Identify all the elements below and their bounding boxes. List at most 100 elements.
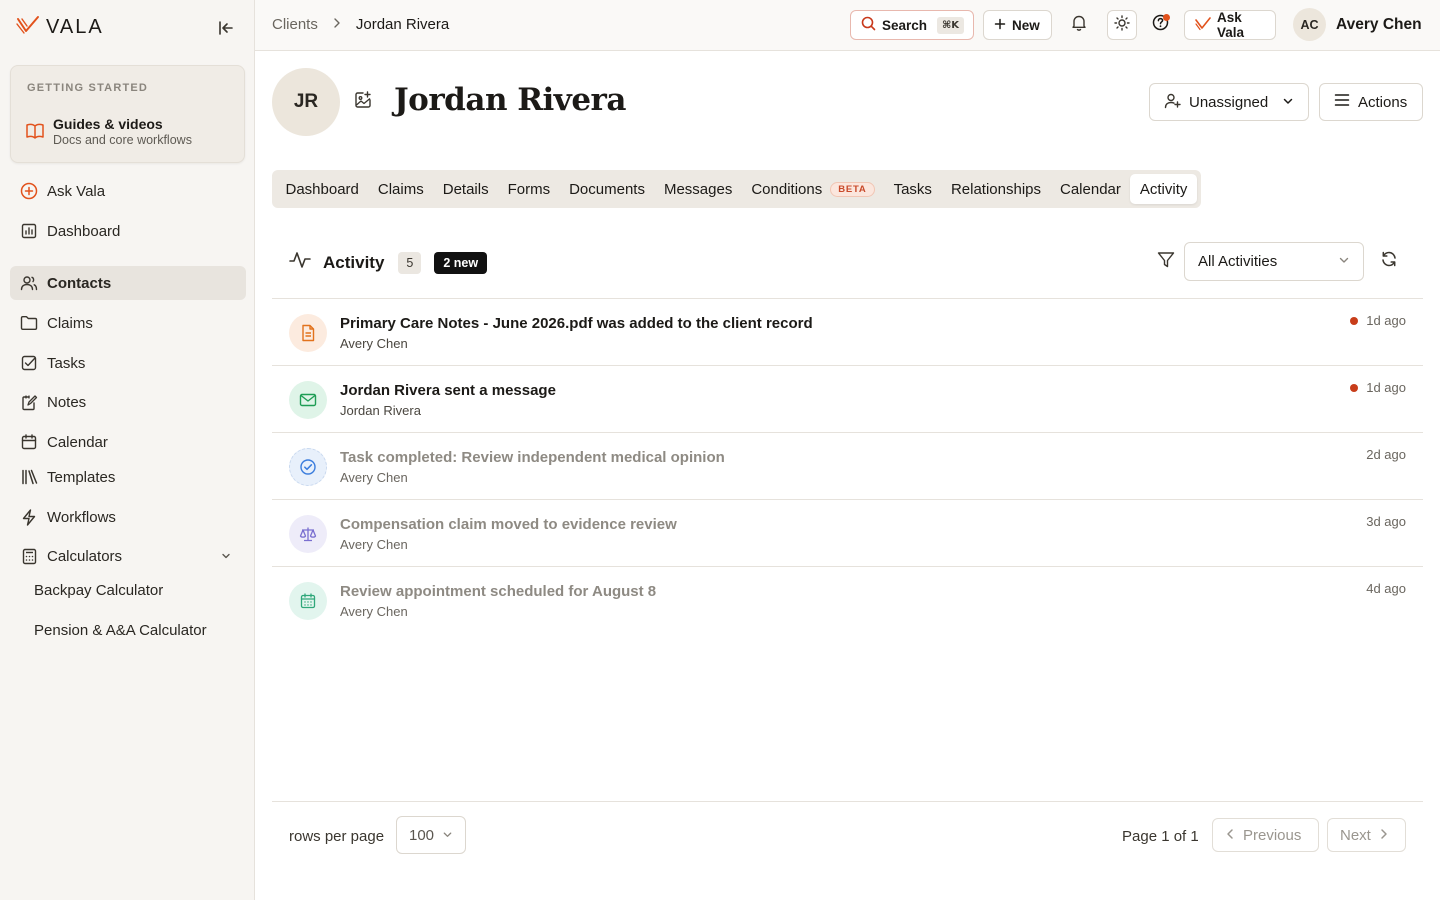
activity-time-label: 1d ago: [1366, 313, 1406, 328]
breadcrumb-clients[interactable]: Clients: [272, 16, 318, 33]
activity-header: Activity 5 2 new: [289, 250, 488, 275]
activity-title: Task completed: Review independent medic…: [340, 449, 725, 466]
refresh-button[interactable]: [1378, 250, 1400, 272]
ask-vala-button[interactable]: Ask Vala: [1184, 10, 1276, 40]
sidebar-item-label: Calculators: [47, 547, 123, 565]
sidebar-item-templates[interactable]: Templates: [10, 460, 246, 494]
sun-icon: [1114, 14, 1130, 36]
activity-row[interactable]: Compensation claim moved to evidence rev…: [272, 499, 1423, 566]
sidebar-item-tasks[interactable]: Tasks: [10, 346, 246, 380]
actions-label: Actions: [1358, 93, 1408, 111]
new-button[interactable]: New: [983, 10, 1052, 40]
tab-messages[interactable]: Messages: [654, 174, 741, 204]
sidebar-item-workflows[interactable]: Workflows: [10, 500, 246, 534]
sidebar-item-label: Calendar: [47, 433, 108, 451]
chevron-down-icon: [1338, 253, 1350, 270]
activity-actor: Avery Chen: [340, 537, 408, 552]
brand-logo[interactable]: VALA: [16, 14, 104, 40]
document-icon: [289, 314, 327, 352]
chevron-left-icon: [1225, 827, 1235, 844]
sidebar-item-calendar[interactable]: Calendar: [10, 425, 246, 459]
collapse-sidebar-button[interactable]: [214, 16, 238, 40]
checkbox-icon: [20, 354, 38, 372]
activity-row[interactable]: Jordan Rivera sent a message Jordan Rive…: [272, 365, 1423, 432]
page-title: Jordan Rivera: [394, 82, 626, 118]
notifications-button[interactable]: [1064, 10, 1094, 40]
bell-icon: [1071, 14, 1087, 36]
top-bar: Clients Jordan Rivera Search ⌘K New Ask …: [255, 0, 1440, 51]
sidebar-subitem-pension-calculator[interactable]: Pension & A&A Calculator: [34, 622, 207, 639]
check-circle-icon: [289, 448, 327, 486]
user-menu[interactable]: AC Avery Chen: [1293, 8, 1422, 41]
image-edit-icon: [354, 90, 372, 114]
sidebar-item-calculators[interactable]: Calculators: [10, 539, 246, 573]
ask-vala-label: Ask Vala: [1217, 10, 1245, 40]
theme-toggle-button[interactable]: [1107, 10, 1137, 40]
rows-per-page-value: 100: [409, 826, 435, 844]
activity-time: 1d ago: [1350, 313, 1406, 328]
breadcrumb-current: Jordan Rivera: [355, 16, 450, 33]
activity-pulse-icon: [289, 250, 311, 275]
activity-row[interactable]: Task completed: Review independent medic…: [272, 432, 1423, 499]
tab-activity[interactable]: Activity: [1130, 174, 1197, 204]
guides-videos-link[interactable]: Guides & videos Docs and core workflows: [25, 116, 192, 148]
sidebar-item-claims[interactable]: Claims: [10, 306, 246, 340]
sidebar-item-label: Contacts: [47, 274, 112, 292]
plus-icon: [994, 18, 1006, 33]
help-button[interactable]: [1145, 10, 1175, 40]
sidebar-subitem-backpay-calculator[interactable]: Backpay Calculator: [34, 582, 163, 599]
activity-title: Compensation claim moved to evidence rev…: [340, 516, 677, 533]
scale-icon: [289, 515, 327, 553]
previous-label: Previous: [1243, 826, 1302, 844]
beta-badge: BETA: [830, 181, 875, 197]
sidebar-item-contacts[interactable]: Contacts: [10, 266, 246, 300]
activity-type-select[interactable]: All Activities: [1184, 242, 1364, 281]
tab-conditions[interactable]: Conditions BETA: [742, 174, 884, 204]
assignee-select[interactable]: Unassigned: [1149, 83, 1309, 121]
client-avatar: JR: [272, 68, 340, 136]
tab-calendar[interactable]: Calendar: [1051, 174, 1131, 204]
activity-actor: Jordan Rivera: [340, 403, 421, 418]
next-page-button[interactable]: Next: [1327, 818, 1406, 852]
activity-time: 3d ago: [1366, 514, 1406, 529]
activity-time-label: 2d ago: [1366, 447, 1406, 462]
sidebar-item-label: Workflows: [47, 508, 116, 526]
guides-subtitle: Docs and core workflows: [53, 133, 192, 147]
client-tabs: Dashboard Claims Details Forms Documents…: [272, 170, 1201, 208]
previous-page-button[interactable]: Previous: [1212, 818, 1319, 852]
sidebar-item-dashboard[interactable]: Dashboard: [10, 214, 246, 248]
edit-photo-button[interactable]: [352, 90, 374, 114]
sidebar-item-label: Dashboard: [47, 222, 121, 240]
actions-button[interactable]: Actions: [1319, 83, 1423, 121]
guides-title: Guides & videos: [53, 116, 163, 132]
refresh-icon: [1380, 250, 1398, 273]
activity-list: Primary Care Notes - June 2026.pdf was a…: [272, 298, 1423, 633]
sidebar-item-label: Templates: [47, 468, 116, 486]
getting-started-heading: GETTING STARTED: [27, 82, 149, 94]
tab-dashboard[interactable]: Dashboard: [276, 174, 368, 204]
pagination: rows per page 100 Page 1 of 1 Previous N…: [272, 801, 1423, 867]
unread-indicator: [1350, 383, 1359, 392]
activity-row[interactable]: Review appointment scheduled for August …: [272, 566, 1423, 633]
tab-documents[interactable]: Documents: [560, 174, 655, 204]
menu-icon: [1334, 93, 1350, 111]
rows-per-page-select[interactable]: 100: [396, 816, 466, 854]
brand-name: VALA: [46, 15, 104, 38]
tab-details[interactable]: Details: [433, 174, 498, 204]
tab-tasks[interactable]: Tasks: [884, 174, 941, 204]
search-button[interactable]: Search ⌘K: [850, 10, 974, 40]
search-shortcut: ⌘K: [937, 16, 965, 34]
book-icon: [25, 122, 45, 145]
tab-forms[interactable]: Forms: [498, 174, 560, 204]
sidebar-item-ask-vala[interactable]: Ask Vala: [10, 174, 246, 208]
activity-time-label: 4d ago: [1366, 581, 1406, 596]
tab-claims[interactable]: Claims: [368, 174, 433, 204]
vala-logo-icon: [1195, 16, 1211, 34]
activity-row[interactable]: Primary Care Notes - June 2026.pdf was a…: [272, 298, 1423, 365]
activity-actor: Avery Chen: [340, 604, 408, 619]
tab-relationships[interactable]: Relationships: [941, 174, 1050, 204]
filter-button[interactable]: [1156, 251, 1176, 272]
breadcrumb: Clients Jordan Rivera: [272, 16, 449, 33]
new-label: New: [1012, 17, 1040, 33]
sidebar-item-notes[interactable]: Notes: [10, 385, 246, 419]
